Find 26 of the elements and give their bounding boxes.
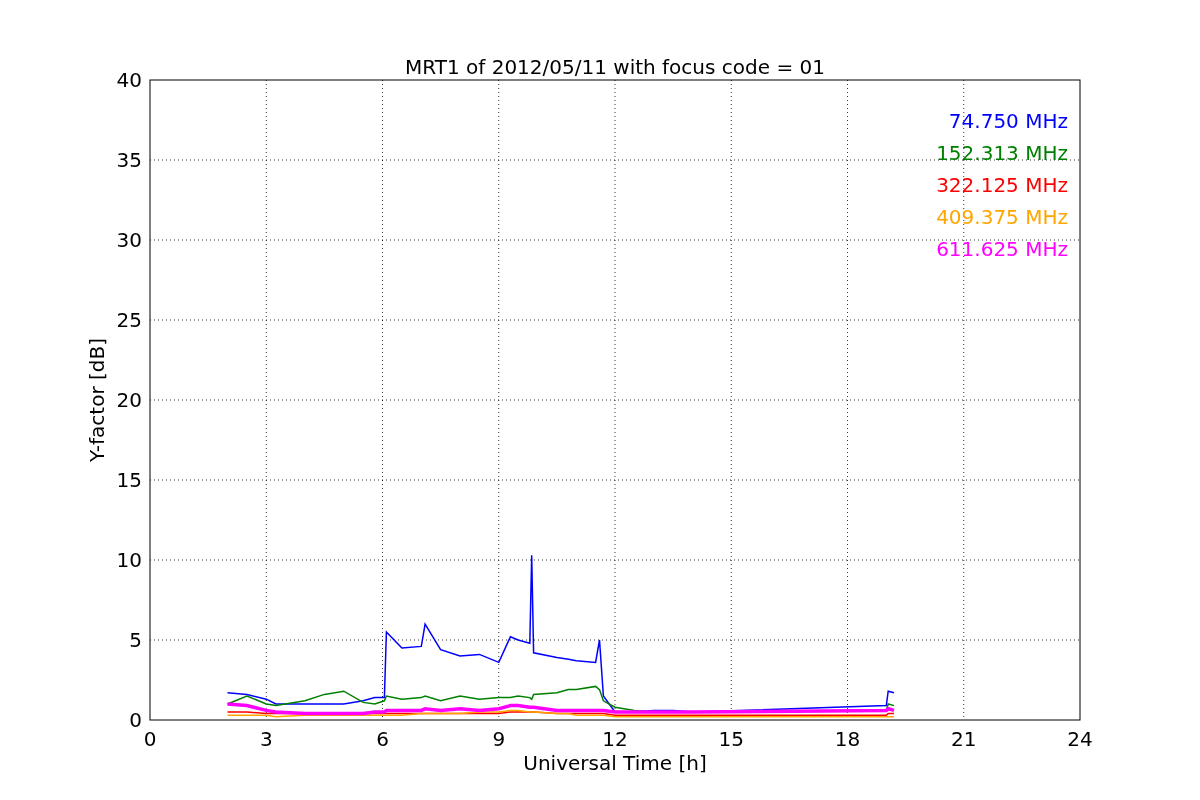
legend-label: 409.375 MHz [936, 205, 1068, 229]
y-tick-label: 10 [116, 548, 142, 572]
y-tick-label: 35 [116, 148, 142, 172]
chart-title: MRT1 of 2012/05/11 with focus code = 01 [405, 55, 825, 79]
legend-label: 322.125 MHz [936, 173, 1068, 197]
x-tick-label: 6 [376, 727, 389, 751]
y-tick-label: 40 [116, 68, 142, 92]
y-tick-label: 15 [116, 468, 142, 492]
x-tick-label: 15 [718, 727, 744, 751]
legend-label: 74.750 MHz [948, 109, 1068, 133]
x-tick-label: 3 [259, 727, 273, 751]
x-axis-label: Universal Time [h] [523, 751, 707, 775]
x-tick-label: 18 [834, 727, 861, 751]
legend-label: 152.313 MHz [936, 141, 1068, 165]
x-tick-label: 9 [492, 727, 506, 751]
x-tick-label: 12 [602, 727, 628, 751]
x-tick-label: 21 [951, 727, 977, 751]
y-tick-label: 5 [129, 628, 142, 652]
x-tick-label: 0 [143, 727, 157, 751]
legend-label: 611.625 MHz [936, 237, 1068, 261]
y-tick-label: 20 [116, 388, 142, 412]
y-tick-label: 30 [116, 228, 142, 252]
x-tick-label: 24 [1067, 727, 1093, 751]
y-axis-label: Y-factor [dB] [85, 338, 109, 462]
y-tick-label: 25 [116, 308, 142, 332]
y-tick-label: 0 [129, 708, 142, 732]
